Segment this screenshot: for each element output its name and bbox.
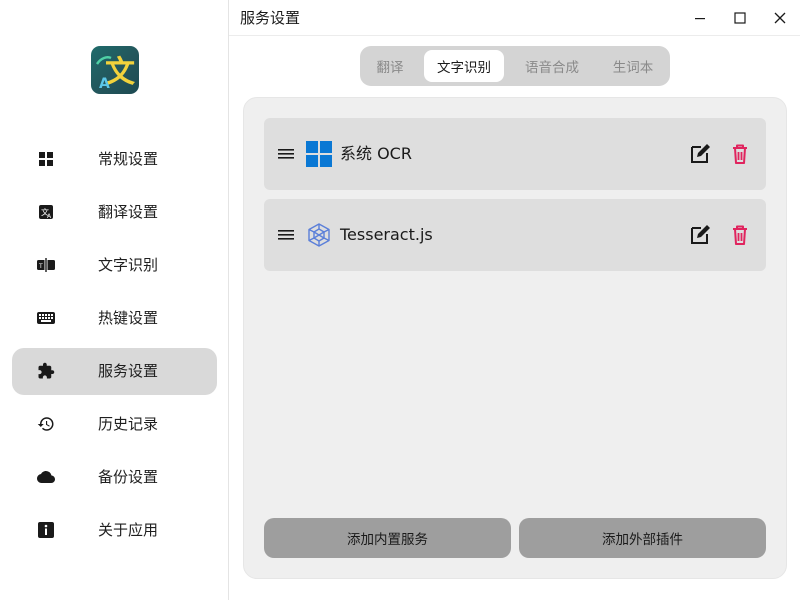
sidebar-item-label: 关于应用: [98, 521, 159, 539]
translate-icon: 文A: [36, 202, 56, 222]
title-bar: 服务设置: [229, 0, 800, 36]
puzzle-icon: [36, 361, 56, 381]
sidebar-item-history[interactable]: 历史记录: [12, 401, 217, 448]
svg-text:T: T: [38, 263, 43, 270]
sidebar: 文 A 常规设置 文A 翻译设置 T 文字识别 热键设置 服务设置 历史记录 备…: [0, 0, 229, 600]
service-item: Tesseract.js: [264, 199, 766, 271]
sidebar-item-general[interactable]: 常规设置: [12, 136, 217, 183]
service-list-panel: 系统 OCR Tesseract.js 添加内置服务 添加外部插件: [243, 97, 787, 579]
sidebar-item-about[interactable]: 关于应用: [12, 507, 217, 554]
delete-icon[interactable]: [728, 142, 752, 166]
tab-vocabulary[interactable]: 生词本: [600, 50, 666, 82]
service-item: 系统 OCR: [264, 118, 766, 190]
history-icon: [36, 414, 56, 434]
service-name: Tesseract.js: [340, 225, 433, 244]
tab-translate[interactable]: 翻译: [364, 50, 416, 82]
minimize-icon: [695, 18, 705, 20]
tab-tts[interactable]: 语音合成: [512, 50, 592, 82]
close-button[interactable]: [768, 6, 792, 30]
sidebar-item-label: 历史记录: [98, 415, 159, 433]
add-builtin-service-button[interactable]: 添加内置服务: [264, 518, 511, 558]
windows-icon: [306, 141, 332, 167]
ocr-icon: T: [36, 255, 56, 275]
sidebar-item-label: 常规设置: [98, 150, 159, 168]
maximize-icon: [734, 12, 746, 24]
info-icon: [36, 520, 56, 540]
tesseract-cube-icon: [308, 223, 330, 247]
sidebar-item-label: 翻译设置: [98, 203, 159, 221]
drag-handle-icon[interactable]: [276, 225, 296, 245]
edit-icon[interactable]: [688, 142, 712, 166]
sidebar-item-service[interactable]: 服务设置: [12, 348, 217, 395]
service-type-tabs: 翻译 文字识别 语音合成 生词本: [360, 46, 670, 86]
svg-text:A: A: [99, 76, 110, 92]
add-external-plugin-button[interactable]: 添加外部插件: [519, 518, 766, 558]
sidebar-item-backup[interactable]: 备份设置: [12, 454, 217, 501]
sidebar-item-label: 备份设置: [98, 468, 159, 486]
maximize-button[interactable]: [728, 6, 752, 30]
minimize-button[interactable]: [688, 6, 712, 30]
tab-ocr[interactable]: 文字识别: [424, 50, 504, 82]
page-title: 服务设置: [240, 9, 301, 27]
service-name: 系统 OCR: [340, 144, 412, 163]
cloud-icon: [36, 467, 56, 487]
keyboard-icon: [36, 308, 56, 328]
sidebar-item-label: 服务设置: [98, 362, 159, 380]
edit-icon[interactable]: [688, 223, 712, 247]
sidebar-item-translate[interactable]: 文A 翻译设置: [12, 189, 217, 236]
sidebar-item-ocr[interactable]: T 文字识别: [12, 242, 217, 289]
app-logo-icon: 文 A: [91, 46, 139, 94]
drag-handle-icon[interactable]: [276, 144, 296, 164]
sidebar-item-label: 文字识别: [98, 256, 159, 274]
close-icon: [774, 12, 786, 24]
sidebar-item-hotkey[interactable]: 热键设置: [12, 295, 217, 342]
sidebar-item-label: 热键设置: [98, 309, 159, 327]
delete-icon[interactable]: [728, 223, 752, 247]
grid-icon: [36, 149, 56, 169]
